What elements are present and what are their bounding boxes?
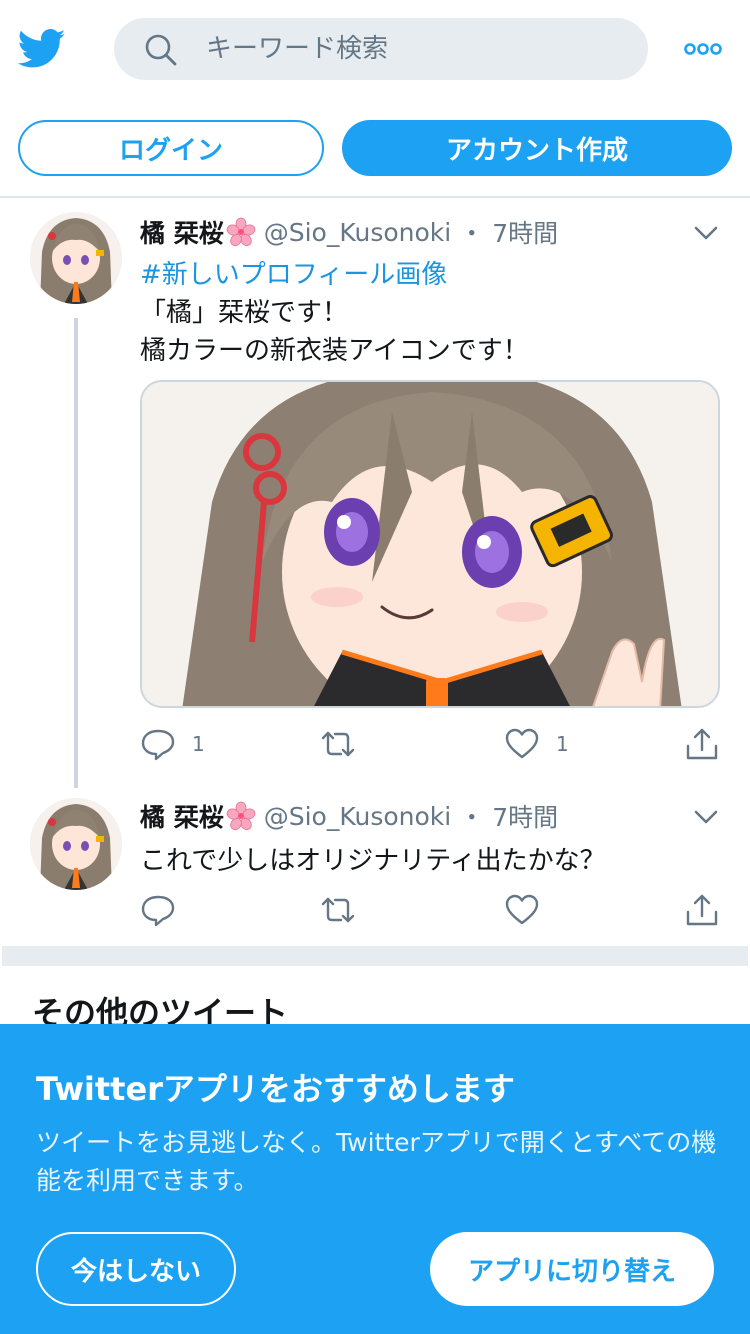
chevron-down-icon[interactable] <box>694 810 718 824</box>
banner-title: Twitterアプリをおすすめします <box>36 1070 515 1108</box>
tweet-text-line: 橘カラーの新衣装アイコンです！ <box>140 336 529 366</box>
user-handle[interactable]: @Sio_Kusonoki <box>264 802 452 831</box>
search-box[interactable] <box>114 18 648 80</box>
share-action[interactable] <box>684 890 720 930</box>
tweet-actions <box>140 890 730 930</box>
search-input[interactable] <box>206 30 626 68</box>
tweet-text-line: 「橘」栞桜です！ <box>140 298 349 328</box>
avatar-image <box>30 212 122 304</box>
retweet-icon <box>321 731 355 757</box>
tweet-header: 橘 栞桜 @Sio_Kusonoki ・ 7時間 <box>140 796 558 836</box>
retweet-icon <box>321 897 355 923</box>
like-action[interactable] <box>504 890 556 930</box>
heart-icon <box>505 894 539 925</box>
avatar[interactable] <box>30 212 122 304</box>
thread-connector <box>74 318 78 788</box>
share-icon <box>686 894 718 926</box>
share-icon <box>686 728 718 760</box>
more-options-icon[interactable] <box>684 40 722 58</box>
reply-count: 1 <box>192 732 205 756</box>
user-handle[interactable]: @Sio_Kusonoki <box>264 218 452 247</box>
section-divider <box>2 946 748 966</box>
meta-separator: ・ <box>459 219 485 248</box>
like-count: 1 <box>556 732 569 756</box>
reply-action[interactable]: 1 <box>140 724 205 764</box>
tweet-header: 橘 栞桜 @Sio_Kusonoki ・ 7時間 <box>140 212 558 252</box>
reply-icon <box>141 729 175 761</box>
tweet-time[interactable]: 7時間 <box>492 798 558 834</box>
auth-bar: ログイン アカウント作成 <box>0 100 750 198</box>
cherry-blossom-icon <box>226 801 256 831</box>
tweet-text-line: これで少しはオリジナリティ出たかな？ <box>140 846 606 876</box>
twitter-bird-icon[interactable] <box>18 28 66 70</box>
search-icon <box>145 34 177 66</box>
meta-separator: ・ <box>459 803 485 832</box>
app-promo-banner: Twitterアプリをおすすめします ツイートをお見逃しなく。Twitterアプ… <box>0 1024 750 1334</box>
chevron-down-icon[interactable] <box>694 226 718 240</box>
tweet-actions: 1 1 <box>140 724 730 764</box>
reply-action[interactable] <box>140 890 192 930</box>
not-now-button[interactable]: 今はしない <box>36 1232 236 1306</box>
retweet-action[interactable] <box>320 724 372 764</box>
avatar[interactable] <box>30 798 122 890</box>
display-name[interactable]: 橘 栞桜 <box>140 798 224 834</box>
like-action[interactable]: 1 <box>504 724 569 764</box>
retweet-action[interactable] <box>320 890 372 930</box>
tweet-time[interactable]: 7時間 <box>492 214 558 250</box>
login-button[interactable]: ログイン <box>18 120 324 176</box>
switch-to-app-button[interactable]: アプリに切り替え <box>430 1232 714 1306</box>
cherry-blossom-icon <box>226 217 256 247</box>
share-action[interactable] <box>684 724 720 764</box>
signup-button[interactable]: アカウント作成 <box>342 120 732 176</box>
hashtag-link[interactable]: #新しいプロフィール画像 <box>140 254 447 291</box>
avatar-image <box>30 798 122 890</box>
character-illustration <box>142 382 718 706</box>
tweet-media-image[interactable] <box>140 380 720 708</box>
heart-icon <box>505 728 539 759</box>
top-header <box>0 0 750 100</box>
banner-body: ツイートをお見逃しなく。Twitterアプリで開くとすべての機能を利用できます。 <box>36 1128 717 1195</box>
display-name[interactable]: 橘 栞桜 <box>140 214 224 250</box>
reply-icon <box>141 895 175 927</box>
